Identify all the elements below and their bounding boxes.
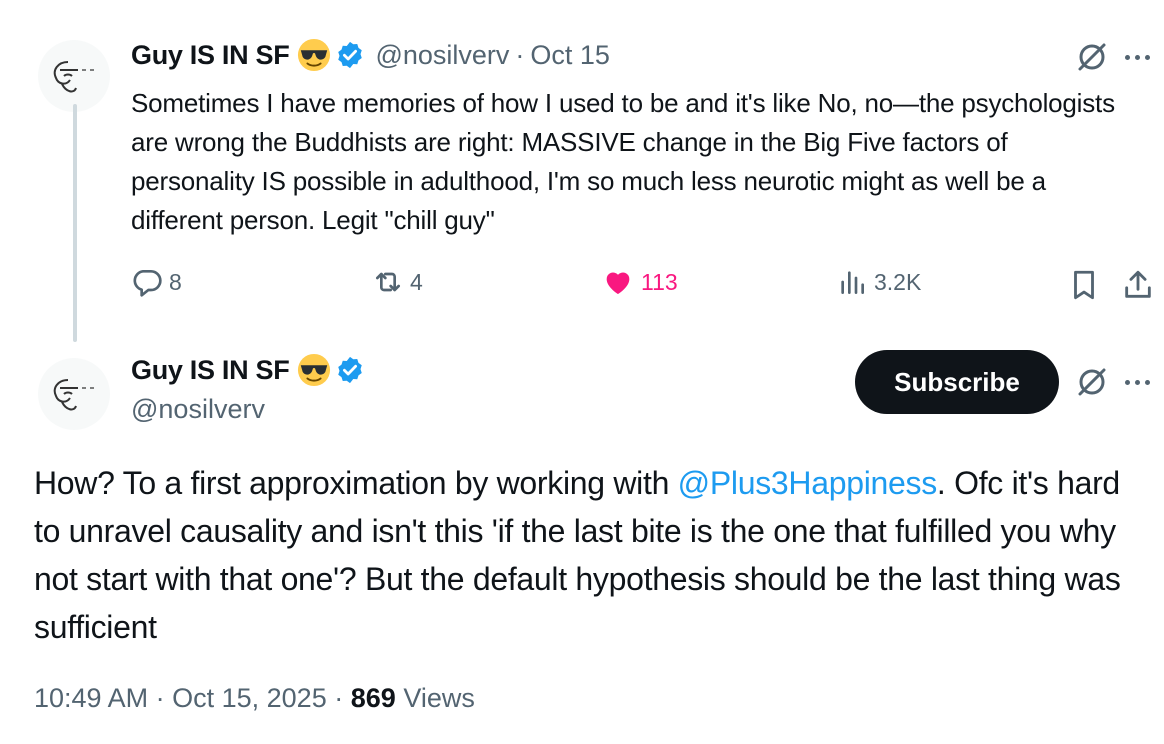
handle[interactable]: @nosilverv: [131, 394, 265, 425]
tweet-actions: 8 4 113 3.2K: [131, 266, 1164, 306]
repost-count: 4: [410, 268, 423, 295]
reply-button[interactable]: 8: [131, 266, 182, 298]
verified-badge-icon[interactable]: [335, 355, 365, 385]
tweet-time[interactable]: 10:49 AM: [34, 683, 148, 713]
view-count[interactable]: 869: [351, 683, 396, 713]
like-count: 113: [641, 268, 678, 295]
avatar[interactable]: [38, 358, 110, 430]
views-label: Views: [403, 683, 475, 713]
reply-count: 8: [169, 268, 182, 295]
heart-icon: [606, 272, 630, 294]
sunglasses-emoji-icon: [298, 38, 331, 72]
view-count: 3.2K: [874, 268, 922, 295]
tweet-date[interactable]: Oct 15: [530, 40, 610, 71]
separator: ·: [334, 683, 344, 713]
separator: ·: [155, 683, 165, 713]
tweet-full-date[interactable]: Oct 15, 2025: [172, 683, 327, 713]
separator: ·: [515, 39, 525, 70]
mention-link[interactable]: @Plus3Happiness: [678, 465, 938, 501]
views-button[interactable]: 3.2K: [836, 266, 921, 298]
thread-line: [73, 104, 77, 342]
avatar[interactable]: [38, 40, 110, 112]
sunglasses-emoji-icon: [298, 353, 331, 387]
grok-icon[interactable]: [1075, 40, 1109, 74]
reply-icon: [133, 270, 162, 297]
handle[interactable]: @nosilverv: [375, 40, 509, 71]
views-icon: [841, 271, 864, 294]
display-name[interactable]: Guy IS IN SF: [131, 355, 290, 386]
repost-icon: [376, 272, 400, 292]
repost-button[interactable]: 4: [372, 266, 423, 298]
display-name[interactable]: Guy IS IN SF: [131, 40, 290, 71]
tweet-text: How? To a first approximation by working…: [34, 459, 1144, 651]
like-button[interactable]: 113: [601, 266, 678, 298]
subscribe-button[interactable]: Subscribe: [855, 350, 1059, 414]
verified-badge-icon[interactable]: [335, 40, 365, 70]
bookmark-icon[interactable]: [1067, 268, 1101, 302]
tweet-text-start: How? To a first approximation by working…: [34, 465, 678, 501]
tweet-text: Sometimes I have memories of how I used …: [131, 88, 1115, 235]
share-icon[interactable]: [1121, 268, 1155, 302]
more-icon[interactable]: [1125, 379, 1150, 385]
grok-icon[interactable]: [1075, 365, 1109, 399]
tweet-meta: 10:49 AM · Oct 15, 2025 · 869 Views: [34, 683, 475, 714]
more-icon[interactable]: [1125, 54, 1150, 60]
